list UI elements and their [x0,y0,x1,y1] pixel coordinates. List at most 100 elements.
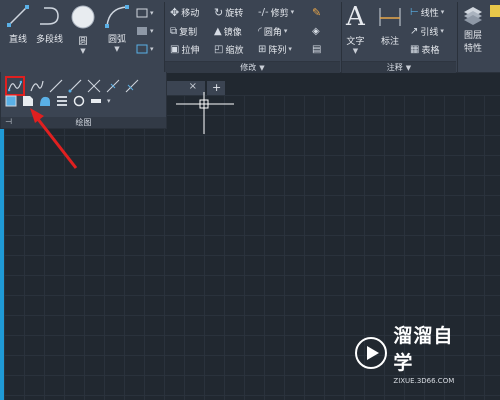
copy-label: 复制 [179,27,198,38]
annotation-panel-footer[interactable]: 注释 ▼ [342,61,456,73]
mirror-label: 镜像 [223,27,242,38]
table-button[interactable]: ▦ 表格 [410,42,439,56]
polyline-icon [39,7,59,25]
chevron-down-icon[interactable]: ▾ [441,8,445,16]
rectangle-tool[interactable]: ▾ [136,6,154,20]
move-button[interactable]: ✥ 移动 [170,5,199,19]
watermark-subtitle: ZIXUE.3D66.COM [393,377,455,385]
construction-line-icon[interactable] [49,79,63,93]
hatch-icon [137,27,147,35]
erase-icon: ✎ [312,5,322,19]
line-icon [7,5,29,27]
layer-properties-tool[interactable]: 图层 特性 [462,4,484,54]
leader-label: 引线 [420,27,439,38]
erase-button[interactable]: ✎ [312,5,321,19]
panel-divider [457,2,458,72]
text-label: 文字 [346,37,365,47]
text-tool[interactable]: A 文字 ▼ [346,4,365,55]
spline-cv-icon[interactable] [30,79,44,93]
arc-icon [105,5,129,28]
trim-button[interactable]: -/- 修剪 ▾ [258,5,294,19]
polyline-tool[interactable]: 多段线 [36,4,63,45]
text-icon: A [346,2,365,32]
stretch-button[interactable]: ▣ 拉伸 [170,42,199,56]
divide-icon[interactable] [106,79,120,93]
chevron-down-icon[interactable]: ▼ [114,45,119,53]
chevron-down-icon[interactable]: ▾ [440,27,444,35]
layers-icon [464,7,482,25]
leader-button[interactable]: ↗ 引线 ▾ [410,24,444,38]
watermark-title: 溜溜自学 [393,325,454,374]
linear-button[interactable]: ⊢ 线性 ▾ [410,5,444,19]
spline-icon [8,80,22,92]
fillet-icon: ◜ [258,25,262,37]
crosshair-cursor [176,92,234,134]
array-icon: ⊞ [258,43,267,55]
scale-icon: ◰ [214,43,224,55]
polyline-label: 多段线 [36,35,64,45]
modify-panel-footer[interactable]: 修改 ▼ [165,61,340,73]
rotate-icon: ↻ [214,5,224,19]
line-label: 直线 [8,35,27,45]
mirror-icon: ▲ [214,25,222,37]
layer-lightbulb-icon[interactable] [490,5,500,17]
linear-label: 线性 [420,8,439,19]
chevron-down-icon[interactable]: ▾ [150,9,154,17]
arc-tool[interactable]: 圆弧 ▼ [104,4,130,53]
chevron-down-icon[interactable]: ▾ [284,27,288,35]
mirror-button[interactable]: ▲ 镜像 [214,24,242,38]
table-label: 表格 [421,45,440,56]
copy-icon: ⧉ [170,25,178,37]
linear-icon: ⊢ [410,6,419,18]
chevron-down-icon[interactable]: ▾ [291,8,295,16]
measure-icon[interactable] [125,79,139,93]
move-icon: ✥ [170,5,180,19]
move-label: 移动 [181,8,200,19]
chevron-down-icon[interactable]: ▾ [150,45,154,53]
watermark: 溜溜自学 ZIXUE.3D66.COM [354,325,472,385]
watermark-logo-icon [355,337,387,369]
chevron-down-icon[interactable]: ▾ [107,97,111,105]
stretch-label: 拉伸 [181,45,200,56]
line-tool[interactable]: 直线 [6,4,30,45]
chevron-down-icon[interactable]: ▾ [288,45,292,53]
leader-icon: ↗ [410,25,419,37]
dimension-icon [379,8,401,26]
annotation-panel-title: 注释 [386,63,403,72]
dimension-tool[interactable]: 标注 [378,4,402,47]
more-options-icon[interactable] [90,95,102,107]
multiple-points-icon[interactable] [87,79,101,93]
pin-icon[interactable]: ⊣ [5,117,12,126]
offset-button[interactable]: ▤ [312,42,321,56]
copy-button[interactable]: ⧉ 复制 [170,24,197,38]
array-label: 阵列 [268,45,287,56]
array-button[interactable]: ⊞ 阵列 ▾ [258,42,292,56]
fillet-button[interactable]: ◜ 圆角 ▾ [258,24,287,38]
chevron-down-icon[interactable]: ▼ [353,47,358,55]
chevron-down-icon[interactable]: ▼ [80,47,85,55]
chevron-down-icon[interactable]: ▾ [150,27,154,35]
ribbon: 直线 多段线 圆 ▼ 圆弧 ▼ ▾ ▾ ▾ ✥ 移动 ↻ 旋转 -/- 修剪 ▾… [0,0,500,73]
explode-button[interactable]: ◈ [312,24,320,38]
trim-label: 修剪 [270,8,289,19]
circle-tool[interactable]: 圆 ▼ [70,4,96,55]
boundary-tool[interactable]: ▾ [136,42,154,56]
rectangle-icon [136,8,148,18]
close-tab-icon[interactable]: × [189,81,197,92]
fillet-label: 圆角 [263,27,282,38]
scale-label: 缩放 [225,45,244,56]
arc-label: 圆弧 [107,35,126,45]
scale-button[interactable]: ◰ 缩放 [214,42,243,56]
stretch-icon: ▣ [170,43,180,55]
dimension-label: 标注 [380,37,399,47]
table-icon: ▦ [410,43,420,55]
boundary-icon [136,44,148,54]
region-icon[interactable] [5,95,17,107]
modify-panel-title: 修改 [240,63,257,72]
trim-icon: -/- [258,6,269,18]
rotate-button[interactable]: ↻ 旋转 [214,5,243,19]
spline-fit-button[interactable] [5,76,25,96]
hatch-tool[interactable]: ▾ [136,24,154,38]
layer-properties-label-line2: 特性 [463,44,482,54]
ray-icon[interactable] [68,79,82,93]
